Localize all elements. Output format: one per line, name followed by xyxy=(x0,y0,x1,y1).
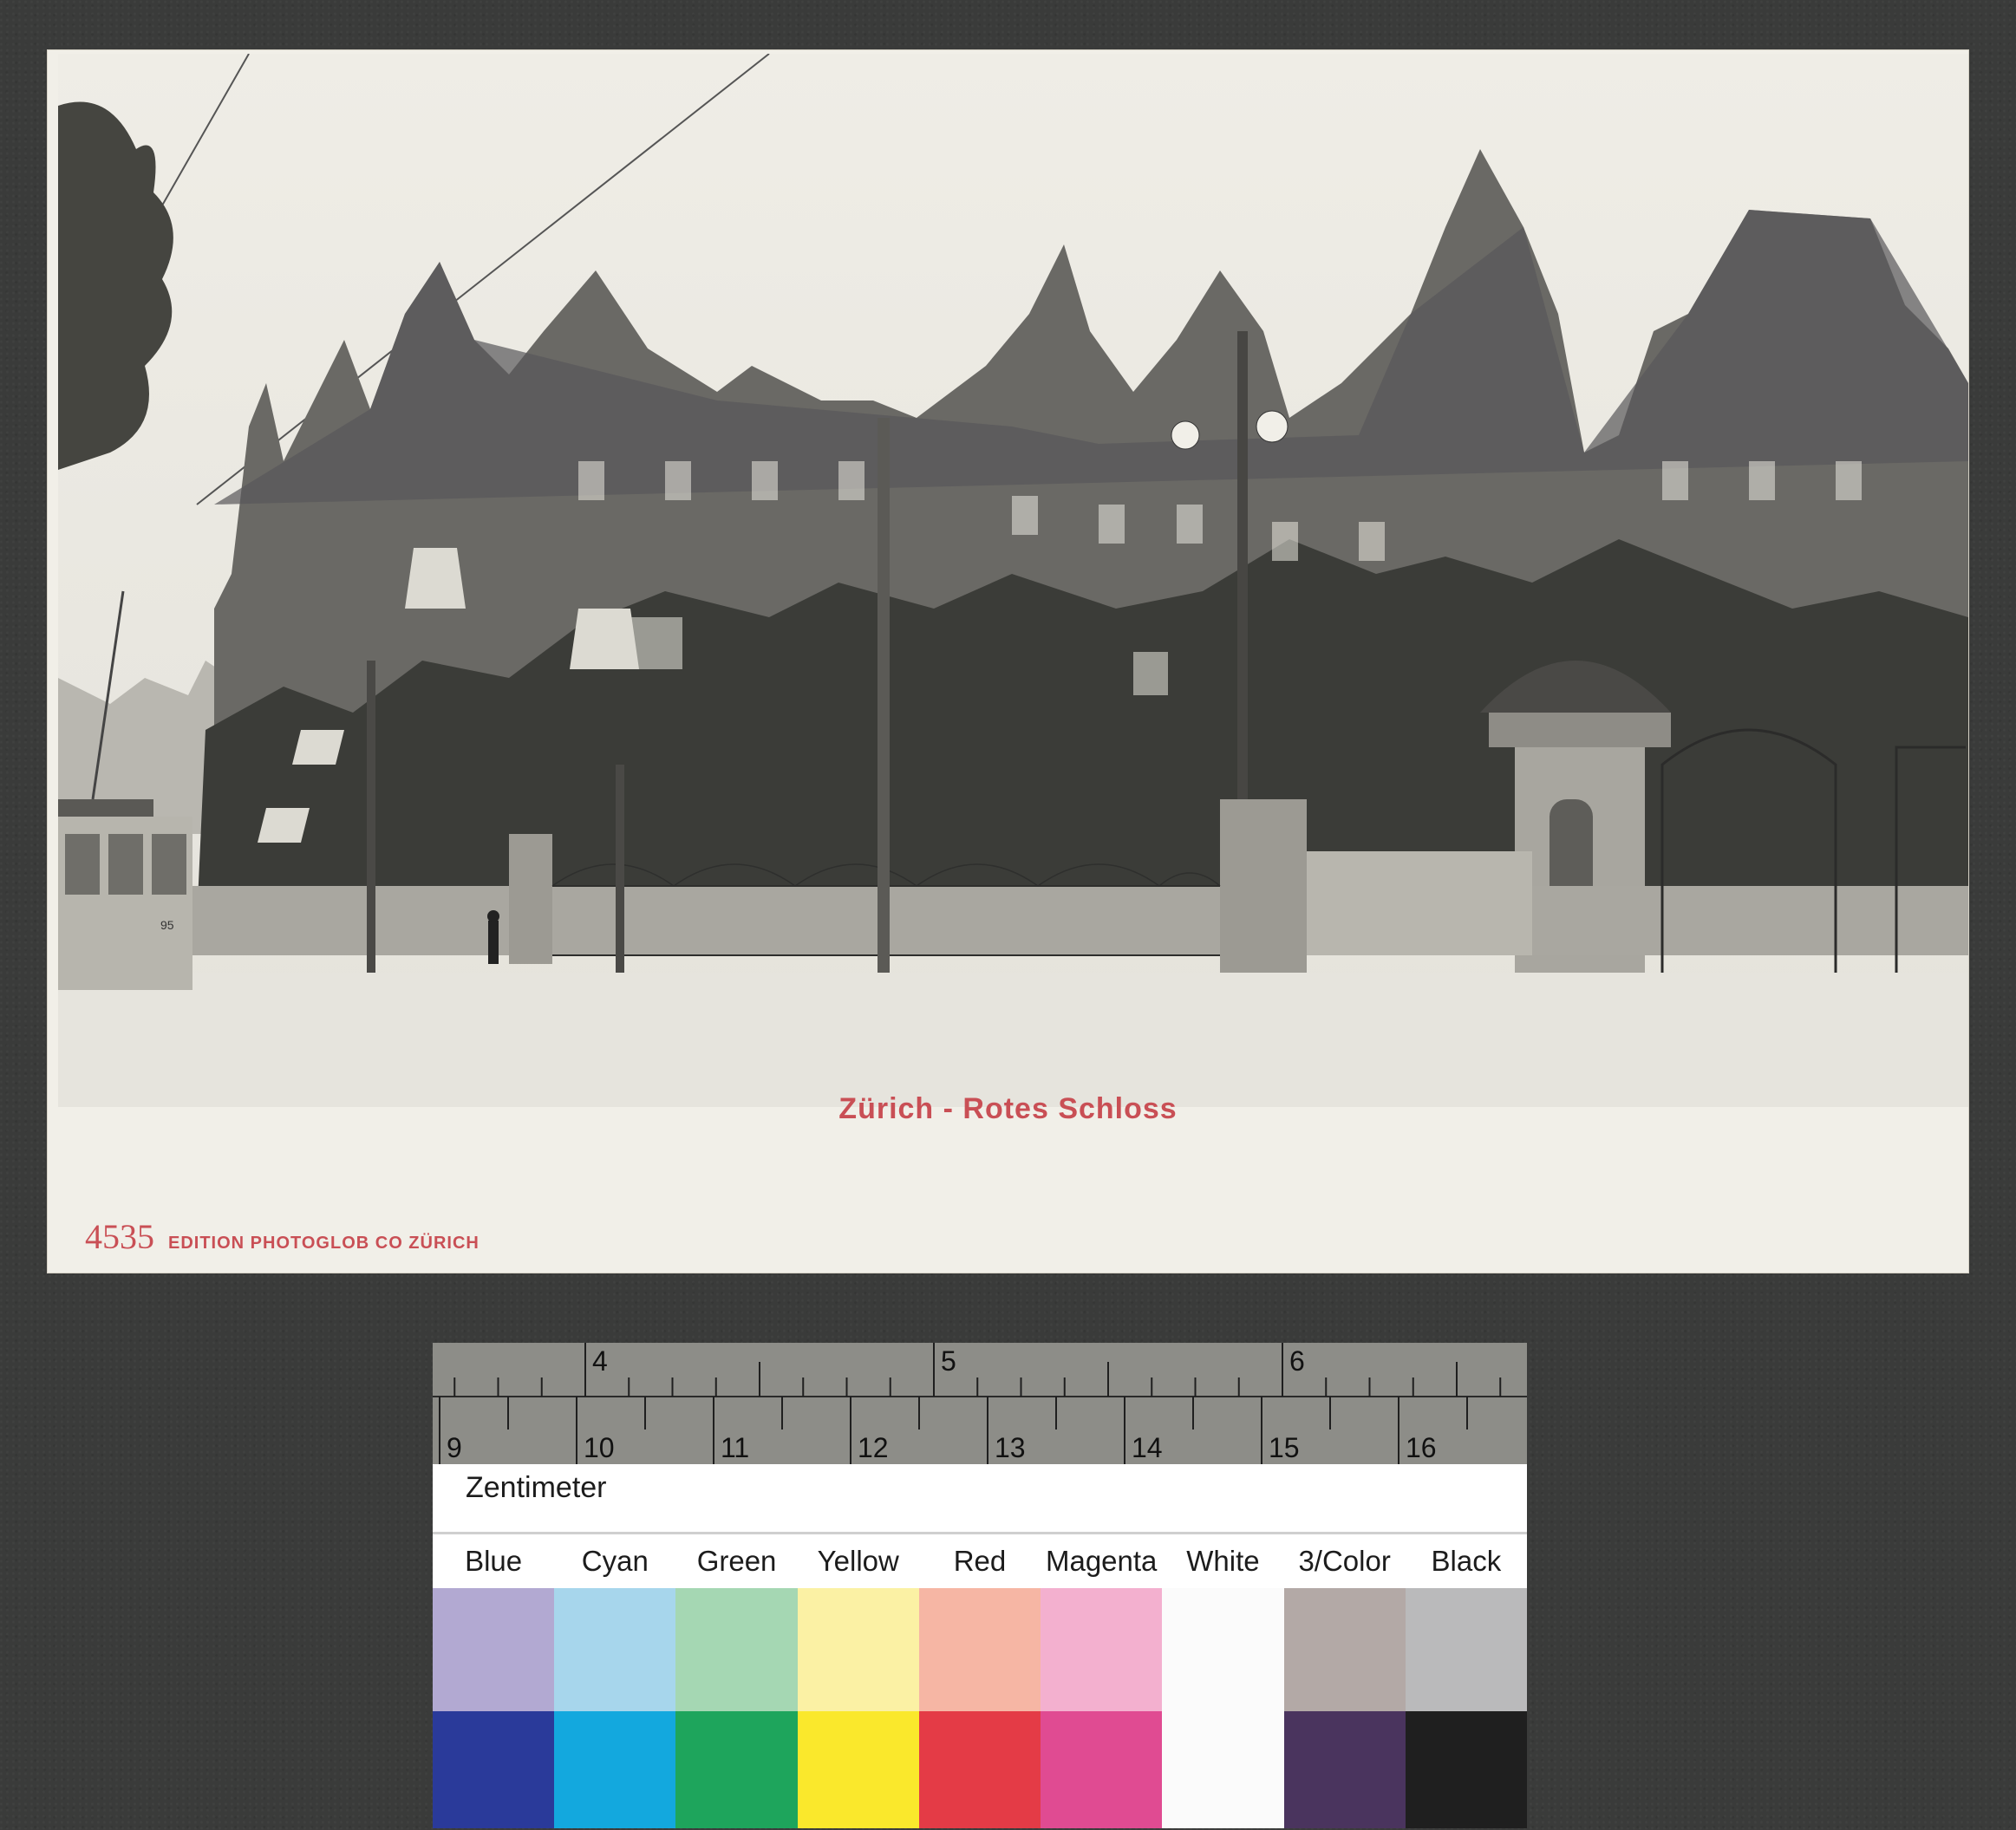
patch-label-3-color: 3/Color xyxy=(1298,1545,1391,1577)
cm-label: 10 xyxy=(584,1432,615,1463)
ruler-graphic: 4 5 6 9 10 11 12 13 14 15 16 xyxy=(433,1343,1527,1464)
postcard: 95 Zürich - Rotes Schloss 4535 EDITION P… xyxy=(48,50,1968,1273)
swatch-dark-green xyxy=(675,1711,798,1828)
postcard-caption: Zürich - Rotes Schloss xyxy=(838,1092,1178,1125)
inch-label: 5 xyxy=(941,1345,956,1377)
cm-label: 13 xyxy=(995,1432,1026,1463)
swatch-dark-3-color xyxy=(1283,1711,1406,1828)
photo-illustration: 95 xyxy=(58,54,1968,1107)
tram-number: 95 xyxy=(160,918,174,932)
swatch-light-green xyxy=(675,1588,798,1711)
swatch-light-magenta xyxy=(1041,1588,1163,1711)
ruler: 4 5 6 9 10 11 12 13 14 15 16 xyxy=(433,1343,1527,1464)
cm-label: 15 xyxy=(1269,1432,1300,1463)
patch-label-white: White xyxy=(1186,1545,1260,1577)
patch-label-green: Green xyxy=(696,1545,777,1577)
patch-label-blue: Blue xyxy=(465,1545,523,1577)
unit-label: Zentimeter xyxy=(466,1471,607,1504)
edition-text: EDITION PHOTOGLOB CO ZÜRICH xyxy=(168,1234,480,1253)
patch-label-cyan: Cyan xyxy=(581,1545,649,1577)
swatch-light-yellow xyxy=(797,1588,919,1711)
swatch-dark-yellow xyxy=(797,1711,919,1828)
swatch-dark-magenta xyxy=(1041,1711,1163,1828)
swatch-light-blue xyxy=(433,1588,555,1711)
color-scale-target: 4 5 6 9 10 11 12 13 14 15 16 Zentimeter Blue Cyan G… xyxy=(433,1343,1527,1828)
swatch-light-red xyxy=(918,1588,1041,1711)
swatch-dark-cyan xyxy=(554,1711,676,1828)
cm-label: 9 xyxy=(447,1432,462,1463)
building-photograph: 95 xyxy=(58,54,1968,1107)
patch-label-black: Black xyxy=(1431,1545,1502,1577)
swatch-light-3-color xyxy=(1283,1588,1406,1711)
swatch-light-white xyxy=(1162,1588,1284,1711)
inch-label: 4 xyxy=(592,1345,608,1377)
inch-label: 6 xyxy=(1289,1345,1305,1377)
dark-swatch-row xyxy=(433,1711,1527,1828)
divider xyxy=(433,1532,1527,1534)
swatch-dark-white xyxy=(1162,1711,1284,1828)
patch-label-yellow: Yellow xyxy=(817,1545,899,1577)
patch-label-magenta: Magenta xyxy=(1045,1545,1158,1577)
edition-imprint: 4535 EDITION PHOTOGLOB CO ZÜRICH xyxy=(85,1216,480,1257)
cm-label: 12 xyxy=(858,1432,889,1463)
cm-label: 16 xyxy=(1406,1432,1437,1463)
patch-name-row: Blue Cyan Green Yellow Red Magenta White 3/Colo… xyxy=(433,1535,1527,1587)
cm-label: 14 xyxy=(1132,1432,1163,1463)
edition-number: 4535 xyxy=(85,1217,154,1256)
swatch-dark-red xyxy=(918,1711,1041,1828)
swatch-dark-blue xyxy=(433,1711,555,1828)
swatch-dark-black xyxy=(1405,1711,1527,1828)
swatch-light-cyan xyxy=(554,1588,676,1711)
patch-label-red: Red xyxy=(953,1545,1007,1577)
swatch-light-black xyxy=(1405,1588,1527,1711)
light-swatch-row xyxy=(433,1588,1527,1711)
cm-label: 11 xyxy=(721,1432,749,1463)
